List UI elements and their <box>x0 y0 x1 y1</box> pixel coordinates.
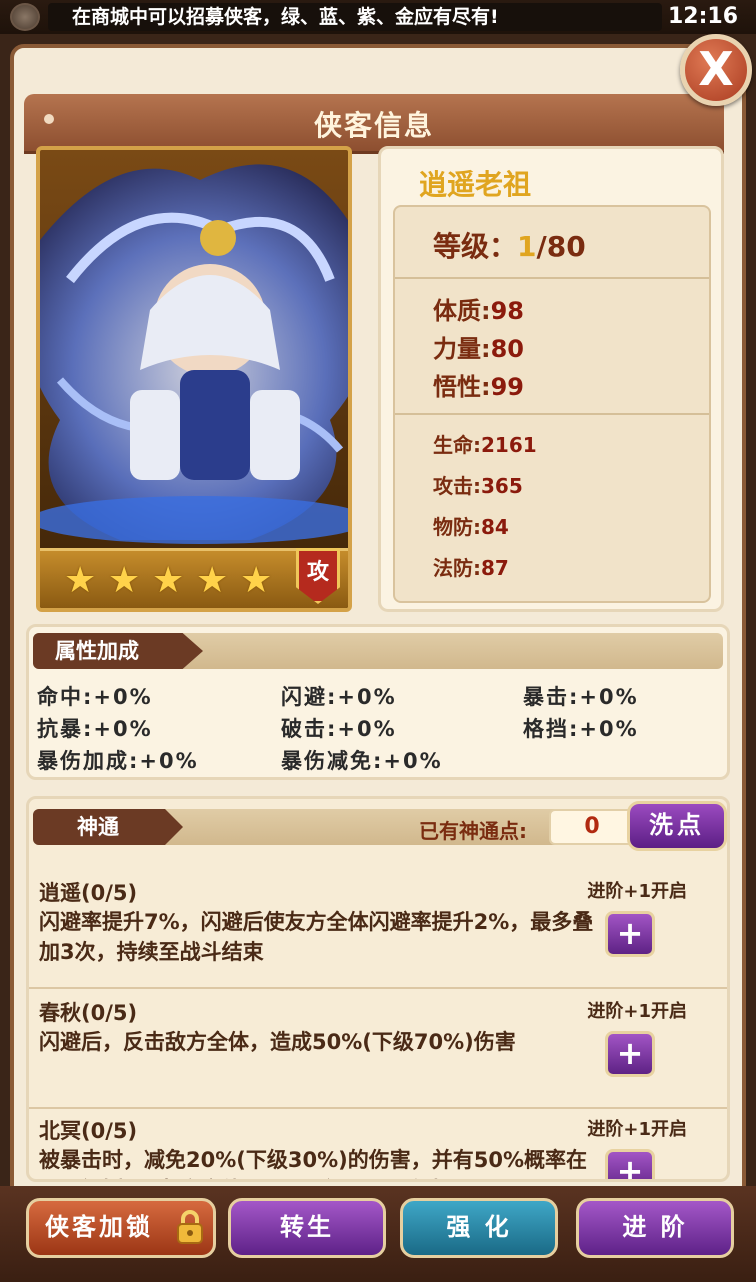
bonus-pierce: 破击:+0% <box>281 717 397 741</box>
rebirth-button[interactable]: 转生 <box>228 1198 386 1258</box>
skill-requirement: 进阶+1开启 <box>587 1119 687 1140</box>
title-bar: 侠客信息 <box>24 94 724 154</box>
attr-constitution: 体质:98 <box>433 291 524 326</box>
sub-attr-label: 法防: <box>433 556 481 580</box>
sub-attr-pdef: 物防:84 <box>433 511 509 540</box>
bonus-crit: 暴击:+0% <box>523 685 639 709</box>
bonus-crit-reduction: 暴伤减免:+0% <box>281 749 443 773</box>
star-icon: ★ <box>240 560 273 601</box>
section-header: 属性加成 <box>33 633 203 669</box>
hero-portrait-card: ★ ★ ★ ★ ★ 攻 <box>36 146 352 612</box>
advance-button[interactable]: 进 阶 <box>576 1198 734 1258</box>
sub-attr-label: 攻击: <box>433 474 481 498</box>
level-max: /80 <box>536 230 586 263</box>
star-icon: ★ <box>64 560 97 601</box>
bottom-action-bar: 侠客加锁 转生 强 化 进 阶 <box>0 1186 756 1282</box>
level-label: 等级： <box>433 230 518 263</box>
attr-wisdom: 悟性:99 <box>433 367 524 402</box>
skill-description: 被暴击时，减免20%(下级30%)的伤害，并有50%概率在1回合内提升友方全体2… <box>39 1148 587 1179</box>
star-icon: ★ <box>108 560 141 601</box>
star-icon: ★ <box>152 560 185 601</box>
attr-strength: 力量:80 <box>433 329 524 364</box>
attr-label: 悟性: <box>433 373 491 401</box>
skill-item: 逍遥(0/5) 进阶+1开启 闪避率提升7%，闪避后使友方全体闪避率提升2%，最… <box>29 871 727 989</box>
skill-requirement: 进阶+1开启 <box>587 881 687 902</box>
hero-stats-panel: 逍遥老祖 等级：1/80 体质:98 力量:80 悟性:99 生命:2161 攻… <box>378 146 724 612</box>
sub-attr-value: 2161 <box>481 433 537 457</box>
sub-attr-value: 87 <box>481 556 509 580</box>
sub-attr-value: 84 <box>481 515 509 539</box>
attr-value: 80 <box>490 335 525 363</box>
bonus-crit-damage: 暴伤加成:+0% <box>37 749 199 773</box>
sub-attr-label: 物防: <box>433 515 481 539</box>
bonus-block: 格挡:+0% <box>523 717 639 741</box>
clock: 12:16 <box>667 4 738 29</box>
speaker-icon <box>10 3 40 31</box>
skill-name: 逍遥(0/5) <box>39 881 138 905</box>
bonus-hit: 命中:+0% <box>37 685 153 709</box>
skill-points-value: 0 <box>549 809 635 845</box>
divine-skills-panel: 神通 已有神通点: 0 洗点 逍遥(0/5) 进阶+1开启 闪避率提升7%，闪避… <box>26 796 730 1182</box>
sub-attr-attack: 攻击:365 <box>433 470 523 499</box>
skill-upgrade-button[interactable]: + <box>605 1149 655 1179</box>
attr-value: 99 <box>490 373 525 401</box>
attr-value: 98 <box>490 297 525 325</box>
hero-art <box>40 164 348 544</box>
level-row: 等级：1/80 <box>433 225 586 265</box>
attribute-bonus-panel: 属性加成 命中:+0% 闪避:+0% 暴击:+0% 抗暴:+0% 破击:+0% … <box>26 624 730 780</box>
announcement-ticker: 在商城中可以招募侠客，绿、蓝、紫、金应有尽有! <box>48 3 662 31</box>
divider <box>395 277 709 279</box>
attr-label: 体质: <box>433 297 491 325</box>
status-bar: 在商城中可以招募侠客，绿、蓝、紫、金应有尽有! 12:16 <box>0 0 756 34</box>
bonus-crit-resist: 抗暴:+0% <box>37 717 153 741</box>
sub-attr-label: 生命: <box>433 433 481 457</box>
lock-hero-button[interactable]: 侠客加锁 <box>26 1198 216 1258</box>
skill-name: 北冥(0/5) <box>39 1119 138 1143</box>
close-button[interactable]: X <box>680 34 752 106</box>
skill-item: 北冥(0/5) 进阶+1开启 被暴击时，减免20%(下级30%)的伤害，并有50… <box>29 1109 727 1179</box>
window-title: 侠客信息 <box>313 109 434 142</box>
attack-type-badge: 攻 <box>296 548 340 604</box>
skill-name: 春秋(0/5) <box>39 1001 138 1025</box>
stat-box: 等级：1/80 体质:98 力量:80 悟性:99 生命:2161 攻击:365… <box>393 205 711 603</box>
skill-points-label: 已有神通点: <box>419 819 527 843</box>
star-icon: ★ <box>196 560 229 601</box>
skill-item: 春秋(0/5) 进阶+1开启 闪避后，反击敌方全体，造成50%(下级70%)伤害… <box>29 991 727 1109</box>
attr-label: 力量: <box>433 335 491 363</box>
divider <box>395 413 709 415</box>
skill-description: 闪避后，反击敌方全体，造成50%(下级70%)伤害 <box>39 1030 516 1054</box>
bonus-dodge: 闪避:+0% <box>281 685 397 709</box>
lock-icon <box>177 1210 203 1244</box>
sub-attr-hp: 生命:2161 <box>433 429 537 458</box>
sub-attr-value: 365 <box>481 474 523 498</box>
skill-requirement: 进阶+1开启 <box>587 1001 687 1022</box>
star-rating: ★ ★ ★ ★ ★ 攻 <box>40 548 348 608</box>
reset-points-button[interactable]: 洗点 <box>627 801 727 851</box>
hero-name: 逍遥老祖 <box>419 168 532 201</box>
skill-upgrade-button[interactable]: + <box>605 1031 655 1077</box>
skill-upgrade-button[interactable]: + <box>605 911 655 957</box>
skill-description: 闪避率提升7%，闪避后使友方全体闪避率提升2%，最多叠加3次，持续至战斗结束 <box>39 910 594 964</box>
section-header: 神通 <box>33 809 183 845</box>
enhance-button[interactable]: 强 化 <box>400 1198 558 1258</box>
level-current: 1 <box>517 230 537 263</box>
lock-hero-label: 侠客加锁 <box>45 1213 153 1241</box>
sub-attr-mdef: 法防:87 <box>433 552 509 581</box>
